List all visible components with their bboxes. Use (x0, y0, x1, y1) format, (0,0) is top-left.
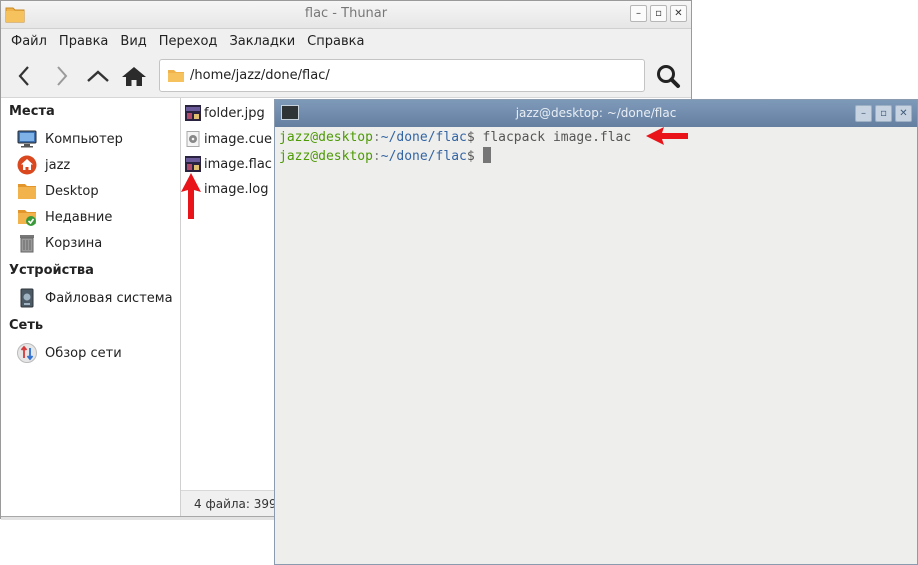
sidebar-header-devices: Устройства (9, 263, 94, 278)
minimize-button[interactable]: – (630, 5, 647, 22)
recent-icon (17, 207, 37, 227)
up-button[interactable] (83, 61, 113, 91)
chevron-up-icon (87, 70, 109, 82)
prompt-separator: : (372, 149, 381, 164)
sidebar-item-computer[interactable]: Компьютер (17, 128, 123, 150)
computer-icon (17, 129, 37, 149)
menu-help[interactable]: Справка (301, 34, 370, 49)
sidebar-item-filesystem[interactable]: Файловая система (17, 287, 173, 309)
minimize-button[interactable]: – (855, 105, 872, 122)
annotation-arrow-up-icon (181, 173, 201, 219)
close-button[interactable]: ✕ (670, 5, 687, 22)
sidebar-item-label: Компьютер (45, 131, 123, 147)
terminal-line: jazz@desktop:~/done/flac$ (279, 147, 917, 166)
prompt-path: ~/done/flac (380, 149, 467, 164)
chevron-left-icon (18, 66, 29, 86)
home-icon (122, 67, 146, 86)
trash-icon (17, 233, 37, 253)
menu-file[interactable]: Файл (5, 34, 53, 49)
sidebar: Места Компьютер jazz Desktop Недавние Ко… (1, 98, 181, 516)
sidebar-item-desktop[interactable]: Desktop (17, 180, 99, 202)
menu-bookmarks[interactable]: Закладки (223, 34, 301, 49)
location-bar[interactable]: /home/jazz/done/flac/ (159, 59, 645, 92)
folder-icon (17, 181, 37, 201)
sidebar-item-label: Файловая система (45, 290, 173, 306)
sidebar-header-places: Места (9, 104, 55, 119)
status-text: 4 файла: 399 (194, 497, 277, 511)
terminal-line: jazz@desktop:~/done/flac$ flacpack image… (279, 128, 917, 147)
annotation-arrow-left-icon (646, 127, 688, 145)
terminal-output[interactable]: jazz@desktop:~/done/flac$ flacpack image… (279, 128, 917, 564)
file-item[interactable]: folder.jpg (185, 102, 265, 124)
window-title: flac - Thunar (304, 6, 388, 21)
cue-file-icon (186, 131, 200, 147)
sidebar-item-label: jazz (45, 157, 71, 173)
menu-go[interactable]: Переход (153, 34, 224, 49)
maximize-button[interactable]: ▫ (875, 105, 892, 122)
command-text: flacpack image.flac (474, 130, 632, 145)
toolbar: /home/jazz/done/flac/ (1, 54, 691, 98)
file-name: image.flac (204, 156, 272, 172)
sidebar-item-label: Корзина (45, 235, 103, 251)
text-cursor (482, 147, 491, 163)
file-name: folder.jpg (204, 105, 265, 121)
chevron-right-icon (57, 66, 68, 86)
sidebar-item-label: Обзор сети (45, 345, 122, 361)
image-file-icon (185, 105, 201, 121)
terminal-window: jazz@desktop: ~/done/flac – ▫ ✕ jazz@des… (274, 99, 918, 565)
sidebar-item-label: Desktop (45, 183, 99, 199)
command-text (475, 149, 483, 164)
file-item[interactable]: image.cue (185, 128, 272, 150)
sidebar-item-label: Недавние (45, 209, 113, 225)
sidebar-header-network: Сеть (9, 318, 44, 333)
thunar-titlebar[interactable]: flac - Thunar – ▫ ✕ (1, 1, 691, 29)
prompt-dollar: $ (466, 149, 475, 164)
prompt-path: ~/done/flac (380, 130, 467, 145)
network-icon (17, 343, 37, 363)
close-button[interactable]: ✕ (895, 105, 912, 122)
prompt-dollar: $ (466, 130, 475, 145)
file-name: image.log (204, 181, 269, 197)
prompt-user: jazz@desktop (279, 149, 373, 164)
sidebar-item-home[interactable]: jazz (17, 154, 70, 176)
menu-edit[interactable]: Правка (53, 34, 114, 49)
home-icon (17, 155, 37, 175)
file-name: image.cue (204, 131, 273, 147)
menu-view[interactable]: Вид (114, 34, 152, 49)
prompt-user: jazz@desktop (279, 130, 373, 145)
sidebar-item-network[interactable]: Обзор сети (17, 342, 122, 364)
maximize-button[interactable]: ▫ (650, 5, 667, 22)
sidebar-item-recent[interactable]: Недавние (17, 206, 112, 228)
sidebar-item-trash[interactable]: Корзина (17, 232, 102, 254)
menubar: Файл Правка Вид Переход Закладки Справка (1, 29, 691, 53)
flac-file-icon (185, 156, 201, 172)
forward-button[interactable] (47, 61, 77, 91)
search-icon (657, 65, 680, 88)
home-button[interactable] (119, 61, 149, 91)
terminal-titlebar[interactable]: jazz@desktop: ~/done/flac – ▫ ✕ (275, 100, 917, 127)
location-path: /home/jazz/done/flac/ (190, 68, 330, 83)
prompt-separator: : (372, 130, 381, 145)
drive-icon (17, 288, 37, 308)
terminal-title: jazz@desktop: ~/done/flac (515, 106, 677, 120)
back-button[interactable] (9, 61, 39, 91)
folder-icon (168, 70, 184, 82)
search-button[interactable] (653, 61, 683, 91)
